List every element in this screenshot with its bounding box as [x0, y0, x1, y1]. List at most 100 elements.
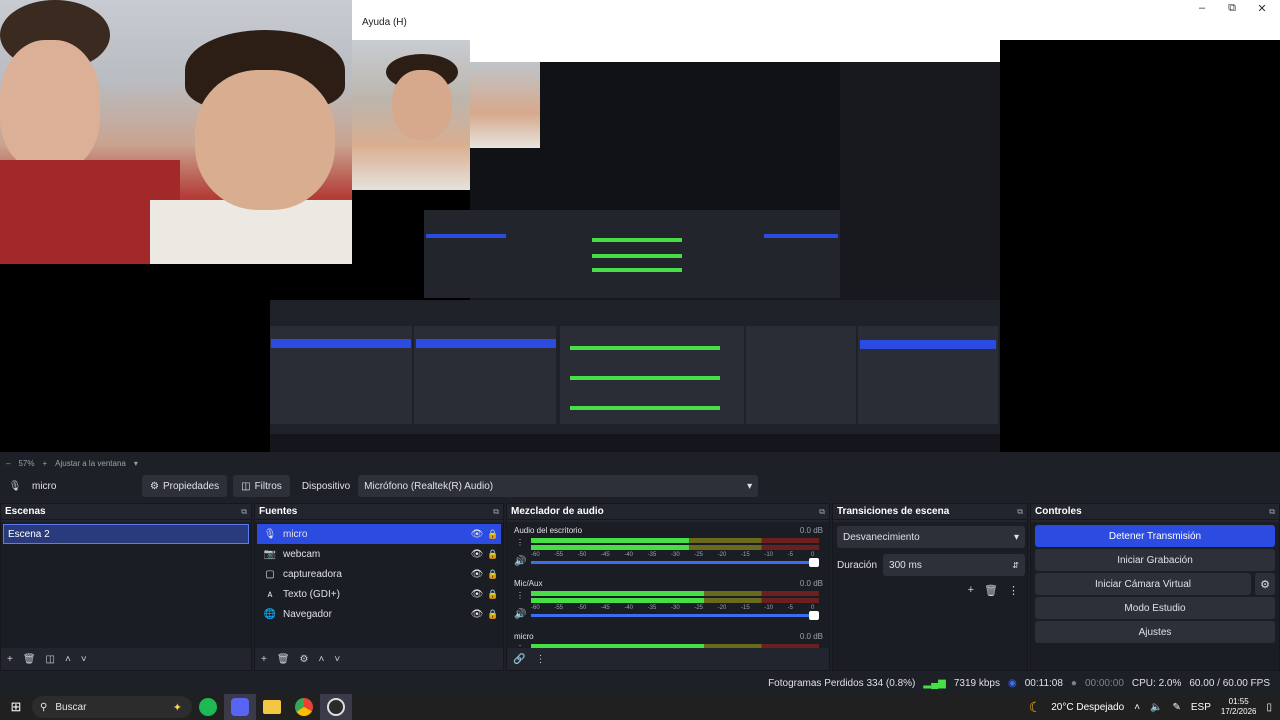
chevron-down-icon[interactable]: ▾ — [134, 459, 138, 468]
volume-slider[interactable] — [531, 611, 819, 620]
properties-button[interactable]: ⚙ Propiedades — [142, 475, 228, 497]
kebab-icon[interactable]: ⋮ — [516, 591, 524, 600]
chevron-down-icon[interactable]: ˅ — [334, 654, 340, 665]
volume-slider[interactable] — [531, 558, 819, 567]
speaker-icon[interactable]: 🔈 — [1150, 702, 1162, 713]
chevron-up-icon[interactable]: ˄ — [319, 654, 325, 665]
notification-icon[interactable]: ▯ — [1266, 702, 1272, 713]
gear-icon[interactable]: ⚙ — [300, 654, 309, 665]
eye-icon[interactable]: 👁 — [469, 529, 485, 540]
device-value: Micrófono (Realtek(R) Audio) — [364, 480, 494, 492]
language[interactable]: ESP — [1191, 702, 1211, 713]
source-item-webcam[interactable]: 📷 webcam 👁 🔒 — [257, 544, 501, 564]
nested-obs-docks — [270, 300, 1000, 452]
mixer-title: Mezclador de audio — [511, 506, 604, 517]
sources-list: 🎙 micro 👁 🔒 📷 webcam 👁 🔒 ▢ captureadora … — [255, 522, 503, 648]
clock[interactable]: 01:55 17/2/2026 — [1221, 697, 1257, 717]
obs-icon[interactable] — [320, 694, 352, 720]
zoom-out-icon[interactable]: – — [6, 459, 10, 468]
kebab-icon[interactable]: ⋮ — [535, 654, 545, 665]
preview-webcam-feed — [352, 40, 470, 190]
add-icon[interactable]: + — [261, 654, 267, 665]
lock-icon[interactable]: 🔒 — [485, 589, 501, 600]
speaker-icon[interactable]: 🔊 — [514, 556, 526, 567]
stop-streaming-button[interactable]: Detener Transmisión — [1035, 525, 1275, 547]
lock-icon[interactable]: 🔒 — [485, 549, 501, 560]
spotify-icon[interactable] — [192, 694, 224, 720]
trash-icon[interactable]: 🗑 — [23, 654, 36, 665]
chrome-icon[interactable] — [288, 694, 320, 720]
windows-start-icon[interactable]: ⊞ — [0, 699, 32, 715]
scale-tick: -25 — [694, 605, 703, 611]
start-virtual-camera-button[interactable]: Iniciar Cámara Virtual — [1035, 573, 1251, 595]
gear-icon[interactable]: ⚙ — [1255, 573, 1275, 595]
device-label: Dispositivo — [301, 480, 351, 492]
chevron-down-icon: ▾ — [747, 480, 753, 492]
trash-icon[interactable]: 🗑 — [984, 584, 998, 597]
filter-icon[interactable]: ◫ — [46, 654, 55, 665]
eye-icon[interactable]: 👁 — [469, 609, 485, 620]
scale-tick: -5 — [787, 605, 793, 611]
scene-item[interactable]: Escena 2 — [3, 524, 249, 544]
start-recording-button[interactable]: Iniciar Grabación — [1035, 549, 1275, 571]
transition-select[interactable]: Desvanecimiento ▾ — [837, 526, 1025, 548]
cpu-usage: CPU: 2.0% — [1131, 678, 1182, 689]
level-fill — [531, 538, 690, 543]
selected-source-name: micro — [32, 480, 57, 492]
eye-icon[interactable]: 👁 — [469, 589, 485, 600]
window-title-bar: Ayuda (H) – ⧉ ✕ — [352, 0, 1280, 40]
bitrate: 7319 kbps — [953, 678, 1000, 689]
chevron-up-icon[interactable]: ˄ — [1134, 702, 1140, 713]
source-item-texto[interactable]: ᴀ Texto (GDI+) 👁 🔒 — [257, 584, 501, 604]
transitions-body: Desvanecimiento ▾ Duración 300 ms ⇵ + 🗑 … — [833, 522, 1027, 670]
duration-value: 300 ms — [889, 559, 922, 571]
pen-icon[interactable]: ✎ — [1172, 702, 1180, 713]
minimize-icon[interactable]: – — [1188, 2, 1216, 14]
undock-icon[interactable]: ⧉ — [1017, 507, 1023, 517]
add-icon[interactable]: + — [968, 584, 974, 597]
transition-value: Desvanecimiento — [843, 531, 920, 543]
zoom-in-icon[interactable]: + — [42, 459, 47, 468]
scale-tick: -55 — [554, 552, 563, 558]
undock-icon[interactable]: ⧉ — [819, 507, 825, 517]
link-icon[interactable]: 🔗 — [513, 654, 525, 665]
eye-icon[interactable]: 👁 — [469, 569, 485, 580]
volume-knob[interactable] — [809, 611, 819, 620]
add-icon[interactable]: + — [7, 654, 13, 665]
lock-icon[interactable]: 🔒 — [485, 529, 501, 540]
preview-zoom-bar: – 57% + Ajustar a la ventana ▾ — [0, 456, 300, 470]
kebab-icon[interactable]: ⋮ — [516, 538, 524, 547]
stepper-icon[interactable]: ⇵ — [1012, 561, 1019, 570]
fps: 60.00 / 60.00 FPS — [1189, 678, 1270, 689]
chevron-down-icon[interactable]: ˅ — [81, 654, 87, 665]
source-item-navegador[interactable]: 🌐 Navegador 👁 🔒 — [257, 604, 501, 624]
studio-mode-button[interactable]: Modo Estudio — [1035, 597, 1275, 619]
undock-icon[interactable]: ⧉ — [241, 507, 247, 517]
lock-icon[interactable]: 🔒 — [485, 569, 501, 580]
source-item-captureadora[interactable]: ▢ captureadora 👁 🔒 — [257, 564, 501, 584]
taskbar-search[interactable]: ⚲ Buscar ✦ — [32, 696, 192, 718]
undock-icon[interactable]: ⧉ — [493, 507, 499, 517]
close-icon[interactable]: ✕ — [1248, 2, 1276, 15]
eye-icon[interactable]: 👁 — [469, 549, 485, 560]
speaker-icon[interactable]: 🔊 — [514, 609, 526, 620]
chevron-up-icon[interactable]: ˄ — [65, 654, 71, 665]
source-item-micro[interactable]: 🎙 micro 👁 🔒 — [257, 524, 501, 544]
duration-input[interactable]: 300 ms ⇵ — [883, 554, 1025, 576]
discord-icon[interactable] — [224, 694, 256, 720]
lock-icon[interactable]: 🔒 — [485, 609, 501, 620]
device-select[interactable]: Micrófono (Realtek(R) Audio) ▾ — [358, 475, 759, 497]
level-fill — [531, 598, 704, 603]
trash-icon[interactable]: 🗑 — [277, 654, 290, 665]
volume-knob[interactable] — [809, 558, 819, 567]
scenes-title: Escenas — [5, 506, 46, 517]
level-meter — [531, 591, 819, 596]
folder-icon[interactable] — [256, 694, 288, 720]
kebab-icon[interactable]: ⋮ — [1008, 584, 1019, 597]
filters-button[interactable]: ◫ Filtros — [233, 475, 290, 497]
fit-window-label[interactable]: Ajustar a la ventana — [55, 459, 126, 468]
settings-button[interactable]: Ajustes — [1035, 621, 1275, 643]
undock-icon[interactable]: ⧉ — [1269, 507, 1275, 517]
maximize-icon[interactable]: ⧉ — [1218, 2, 1246, 15]
screen: Ayuda (H) – ⧉ ✕ – 57% + Ajustar a la ven… — [0, 0, 1280, 720]
